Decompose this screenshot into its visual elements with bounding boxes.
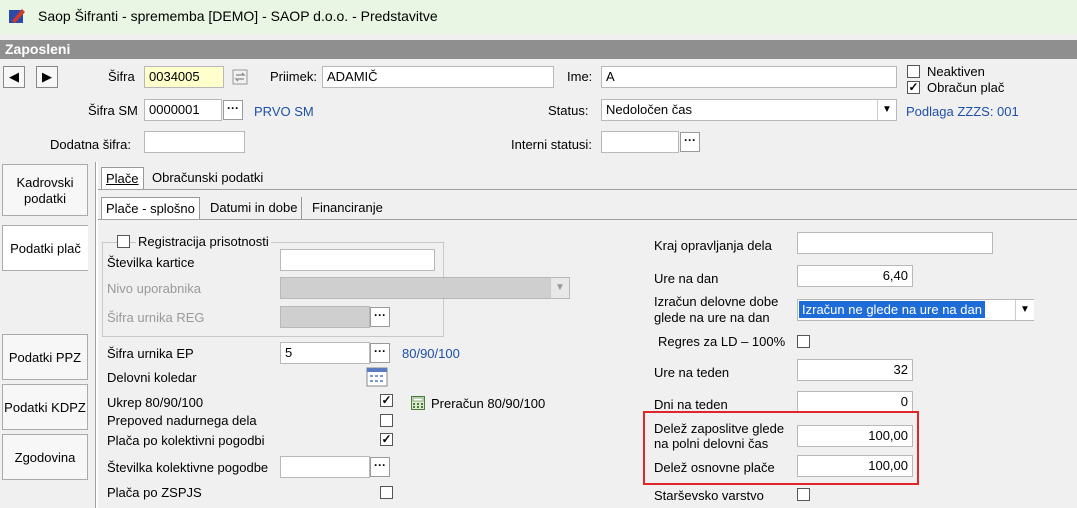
urnik-info-text: 80/90/100 — [402, 346, 460, 361]
sifra-urnika-reg-field — [280, 306, 370, 328]
stevilka-kolektivne-field[interactable] — [280, 456, 370, 478]
status-dropdown-icon[interactable]: ▼ — [877, 100, 896, 120]
title-bar: Saop Šifranti - sprememba [DEMO] - SAOP … — [0, 0, 1077, 34]
placa-kolektivni-checkbox[interactable]: ✓ — [380, 433, 393, 446]
ukrep-label: Ukrep 80/90/100 — [107, 395, 204, 410]
kraj-label: Kraj opravljanja dela — [654, 238, 772, 253]
prepoved-label: Prepoved nadurnega dela — [107, 413, 257, 428]
dni-na-teden-label: Dni na teden — [654, 397, 728, 412]
registracija-checkbox[interactable] — [117, 235, 130, 248]
neaktiven-label: Neaktiven — [927, 64, 985, 79]
app-icon — [9, 9, 25, 23]
tab-place-label: Plače — [106, 171, 139, 186]
sifra-urnika-ep-label: Šifra urnika EP — [107, 346, 194, 361]
tab-obracunski[interactable]: Obračunski podatki — [148, 167, 267, 189]
preracun-button[interactable]: Preračun 80/90/100 — [431, 396, 545, 411]
sifra-urnika-reg-browse-button[interactable]: ··· — [370, 307, 390, 327]
podatki-kdpz-button[interactable]: Podatki KDPZ — [2, 384, 88, 430]
izracun-select[interactable]: Izračun ne glede na ure na dan — [797, 299, 1034, 321]
placa-zspjs-label: Plača po ZSPJS — [107, 485, 202, 500]
next-record-button[interactable]: ▶ — [36, 66, 58, 88]
regres-label: Regres za LD – 100% — [658, 334, 786, 349]
tab-line — [98, 189, 1077, 190]
izracun-label-2: glede na ure na dan — [654, 310, 770, 325]
regres-checkbox[interactable] — [797, 335, 810, 348]
neaktiven-checkbox[interactable] — [907, 65, 920, 78]
subtab-line — [98, 219, 1077, 220]
stevilka-kartice-label: Številka kartice — [107, 255, 195, 270]
status-label: Status: — [548, 103, 589, 118]
sm-name-link[interactable]: PRVO SM — [254, 104, 314, 119]
kraj-field[interactable] — [797, 232, 993, 254]
tab-place[interactable]: Plače — [101, 167, 144, 189]
registracija-label: Registracija prisotnosti — [136, 234, 271, 249]
delovni-koledar-label: Delovni koledar — [107, 370, 197, 385]
section-title: Zaposleni — [5, 41, 71, 57]
subtab-financiranje[interactable]: Financiranje — [308, 197, 387, 219]
podlaga-text: Podlaga ZZZS: 001 — [906, 104, 1019, 119]
priimek-field[interactable]: ADAMIČ — [322, 66, 554, 88]
section-header: Zaposleni — [0, 40, 1077, 59]
zgodovina-button[interactable]: Zgodovina — [2, 434, 88, 480]
obracun-label: Obračun plač — [927, 80, 1005, 95]
izracun-label-1: Izračun delovne dobe — [654, 294, 779, 309]
dni-na-teden-field[interactable]: 0 — [797, 391, 913, 413]
nivo-label: Nivo uporabnika — [107, 281, 201, 296]
calculator-icon[interactable] — [411, 396, 425, 410]
izracun-dropdown-icon[interactable]: ▼ — [1015, 300, 1034, 320]
status-select[interactable]: Nedoločen čas — [601, 99, 897, 121]
prev-record-button[interactable]: ◀ — [3, 66, 25, 88]
status-value: Nedoločen čas — [606, 102, 692, 117]
stevilka-kartice-field[interactable] — [280, 249, 435, 271]
kadrovski-podatki-button[interactable]: Kadrovski podatki — [2, 164, 88, 216]
subtab-splosno[interactable]: Plače - splošno — [101, 197, 200, 219]
prepoved-checkbox[interactable] — [380, 414, 393, 427]
nivo-select — [280, 277, 570, 299]
interni-statusi-label: Interni statusi: — [511, 137, 592, 152]
ime-label: Ime: — [567, 69, 593, 84]
refresh-icon[interactable] — [232, 69, 248, 85]
ukrep-checkbox[interactable]: ✓ — [380, 394, 393, 407]
ure-na-dan-field[interactable]: 6,40 — [797, 265, 913, 287]
sifra-label: Šifra — [108, 69, 135, 84]
starsevsko-checkbox[interactable] — [797, 488, 810, 501]
sifra-sm-label: Šifra SM — [88, 103, 138, 118]
placa-kolektivni-label: Plača po kolektivni pogodbi — [107, 433, 265, 448]
interni-statusi-browse-button[interactable]: ··· — [680, 132, 700, 152]
panel-divider — [95, 162, 98, 508]
ime-field[interactable]: A — [601, 66, 897, 88]
subtab-datumi[interactable]: Datumi in dobe — [206, 197, 303, 219]
starsevsko-label: Starševsko varstvo — [654, 488, 764, 503]
stevilka-kolektivne-browse-button[interactable]: ··· — [370, 457, 390, 477]
nivo-dropdown-icon: ▼ — [550, 278, 569, 298]
dodatna-sifra-label: Dodatna šifra: — [50, 137, 131, 152]
obracun-checkbox[interactable]: ✓ — [907, 81, 920, 94]
izracun-value: Izračun ne glede na ure na dan — [799, 301, 985, 318]
sifra-sm-browse-button[interactable]: ··· — [223, 100, 243, 120]
ure-na-teden-field[interactable]: 32 — [797, 359, 913, 381]
sifra-urnika-ep-field[interactable]: 5 — [280, 342, 370, 364]
sifra-sm-field[interactable]: 0000001 — [144, 99, 222, 121]
sifra-urnika-reg-label: Šifra urnika REG — [107, 310, 205, 325]
podatki-plac-button[interactable]: Podatki plač — [2, 225, 88, 271]
calendar-icon[interactable] — [366, 367, 388, 387]
window-title: Saop Šifranti - sprememba [DEMO] - SAOP … — [38, 8, 438, 24]
highlight-box — [643, 411, 919, 485]
ure-na-teden-label: Ure na teden — [654, 365, 730, 380]
sifra-urnika-ep-browse-button[interactable]: ··· — [370, 343, 390, 363]
placa-zspjs-checkbox[interactable] — [380, 486, 393, 499]
ure-na-dan-label: Ure na dan — [654, 271, 719, 286]
stevilka-kolektivne-label: Številka kolektivne pogodbe — [107, 460, 269, 475]
podatki-ppz-button[interactable]: Podatki PPZ — [2, 334, 88, 380]
dodatna-sifra-field[interactable] — [144, 131, 245, 153]
interni-statusi-field[interactable] — [601, 131, 679, 153]
sifra-field[interactable]: 0034005 — [144, 66, 224, 88]
priimek-label: Priimek: — [270, 69, 317, 84]
